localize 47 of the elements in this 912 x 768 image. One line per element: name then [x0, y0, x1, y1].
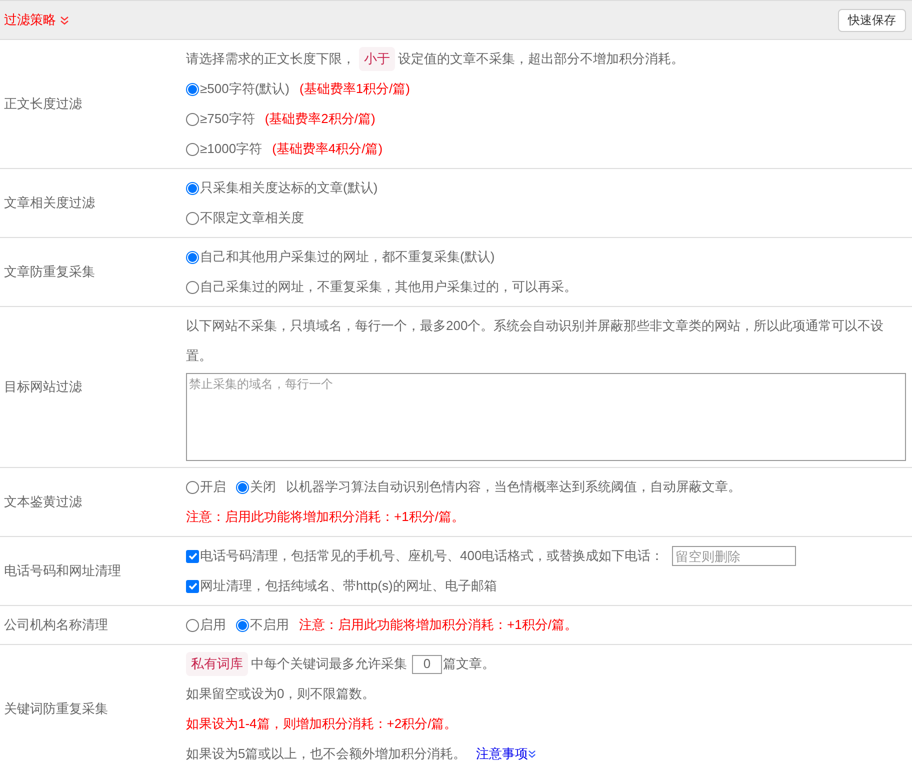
description-text: 设定值的文章不采集，超出部分不增加积分消耗。: [398, 50, 684, 68]
radio-option[interactable]: 自己采集过的网址，不重复采集，其他用户采集过的，可以再采。: [186, 277, 577, 297]
code-tag: 小于: [359, 47, 395, 71]
double-chevron-icon[interactable]: [60, 16, 69, 24]
checkmark-icon: [188, 551, 198, 561]
description-text: 篇文章。: [443, 655, 495, 673]
description-text: 如果留空或设为0，则不限篇数。: [186, 685, 376, 703]
description-text: 中每个关键词最多允许采集: [251, 655, 407, 673]
checkbox-option[interactable]: 网址清理，包括纯域名、带http(s)的网址、电子邮箱: [186, 576, 497, 596]
warning-text: (基础费率1积分/篇): [299, 80, 410, 98]
quick-save-button[interactable]: 快速保存: [838, 8, 906, 32]
radio-option[interactable]: 启用: [186, 615, 226, 635]
radio-option[interactable]: ≥500字符(默认): [186, 79, 290, 99]
setting-label: 文本鉴黄过滤: [4, 493, 82, 512]
description-text: 以下网站不采集，只填域名，每行一个，最多200个。系统会自动识别并屏蔽那些非文章类的网站，所以此项通常可以不设置。: [186, 317, 885, 365]
warning-text: (基础费率2积分/篇): [264, 110, 376, 128]
setting-label: 目标网站过滤: [4, 378, 82, 396]
code-tag: 私有词库: [186, 652, 248, 676]
setting-label: 电话号码和网址清理: [4, 562, 121, 580]
checkbox-option[interactable]: 电话号码清理，包括常见的手机号、座机号、400电话格式，或替换成如下电话：: [186, 546, 664, 566]
radio-option[interactable]: 关闭: [236, 477, 276, 497]
checkmark-icon: [188, 581, 198, 591]
radio-option[interactable]: 只采集相关度达标的文章(默认): [186, 178, 378, 198]
description-text: 请选择需求的正文长度下限，: [186, 50, 355, 68]
setting-label: 公司机构名称清理: [4, 616, 108, 634]
count-input[interactable]: 0: [412, 654, 442, 674]
warning-text: 注意：启用此功能将增加积分消耗：+1积分/篇。: [186, 508, 464, 526]
setting-label: 正文长度过滤: [4, 95, 82, 114]
description-text: 以机器学习算法自动识别色情内容，当色情概率达到系统阈值，自动屏蔽文章。: [286, 478, 741, 496]
radio-option[interactable]: ≥1000字符: [186, 139, 262, 159]
radio-option[interactable]: 开启: [186, 477, 226, 497]
setting-label: 文章防重复采集: [4, 263, 95, 282]
radio-option[interactable]: ≥750字符: [186, 109, 255, 129]
domain-textarea[interactable]: 禁止采集的域名，每行一个: [186, 373, 906, 461]
radio-option[interactable]: 不启用: [236, 615, 289, 635]
warning-text: (基础费率4积分/篇): [272, 140, 383, 158]
warning-text: 如果设为1-4篇，则增加积分消耗：+2积分/篇。: [186, 715, 458, 733]
setting-label: 文章相关度过滤: [4, 194, 95, 212]
phone-input[interactable]: 留空则删除: [672, 546, 796, 566]
section-title[interactable]: 过滤策略: [4, 10, 56, 30]
setting-label: 关键词防重复采集: [4, 700, 108, 718]
radio-option[interactable]: 自己和其他用户采集过的网址，都不重复采集(默认): [186, 247, 495, 267]
warning-text: 注意：启用此功能将增加积分消耗：+1积分/篇。: [299, 616, 578, 634]
radio-option[interactable]: 不限定文章相关度: [186, 208, 304, 228]
description-text: 如果设为5篇或以上，也不会额外增加积分消耗。: [186, 745, 466, 763]
double-chevron-icon[interactable]: [528, 750, 536, 758]
notes-link[interactable]: 注意事项: [476, 744, 536, 764]
